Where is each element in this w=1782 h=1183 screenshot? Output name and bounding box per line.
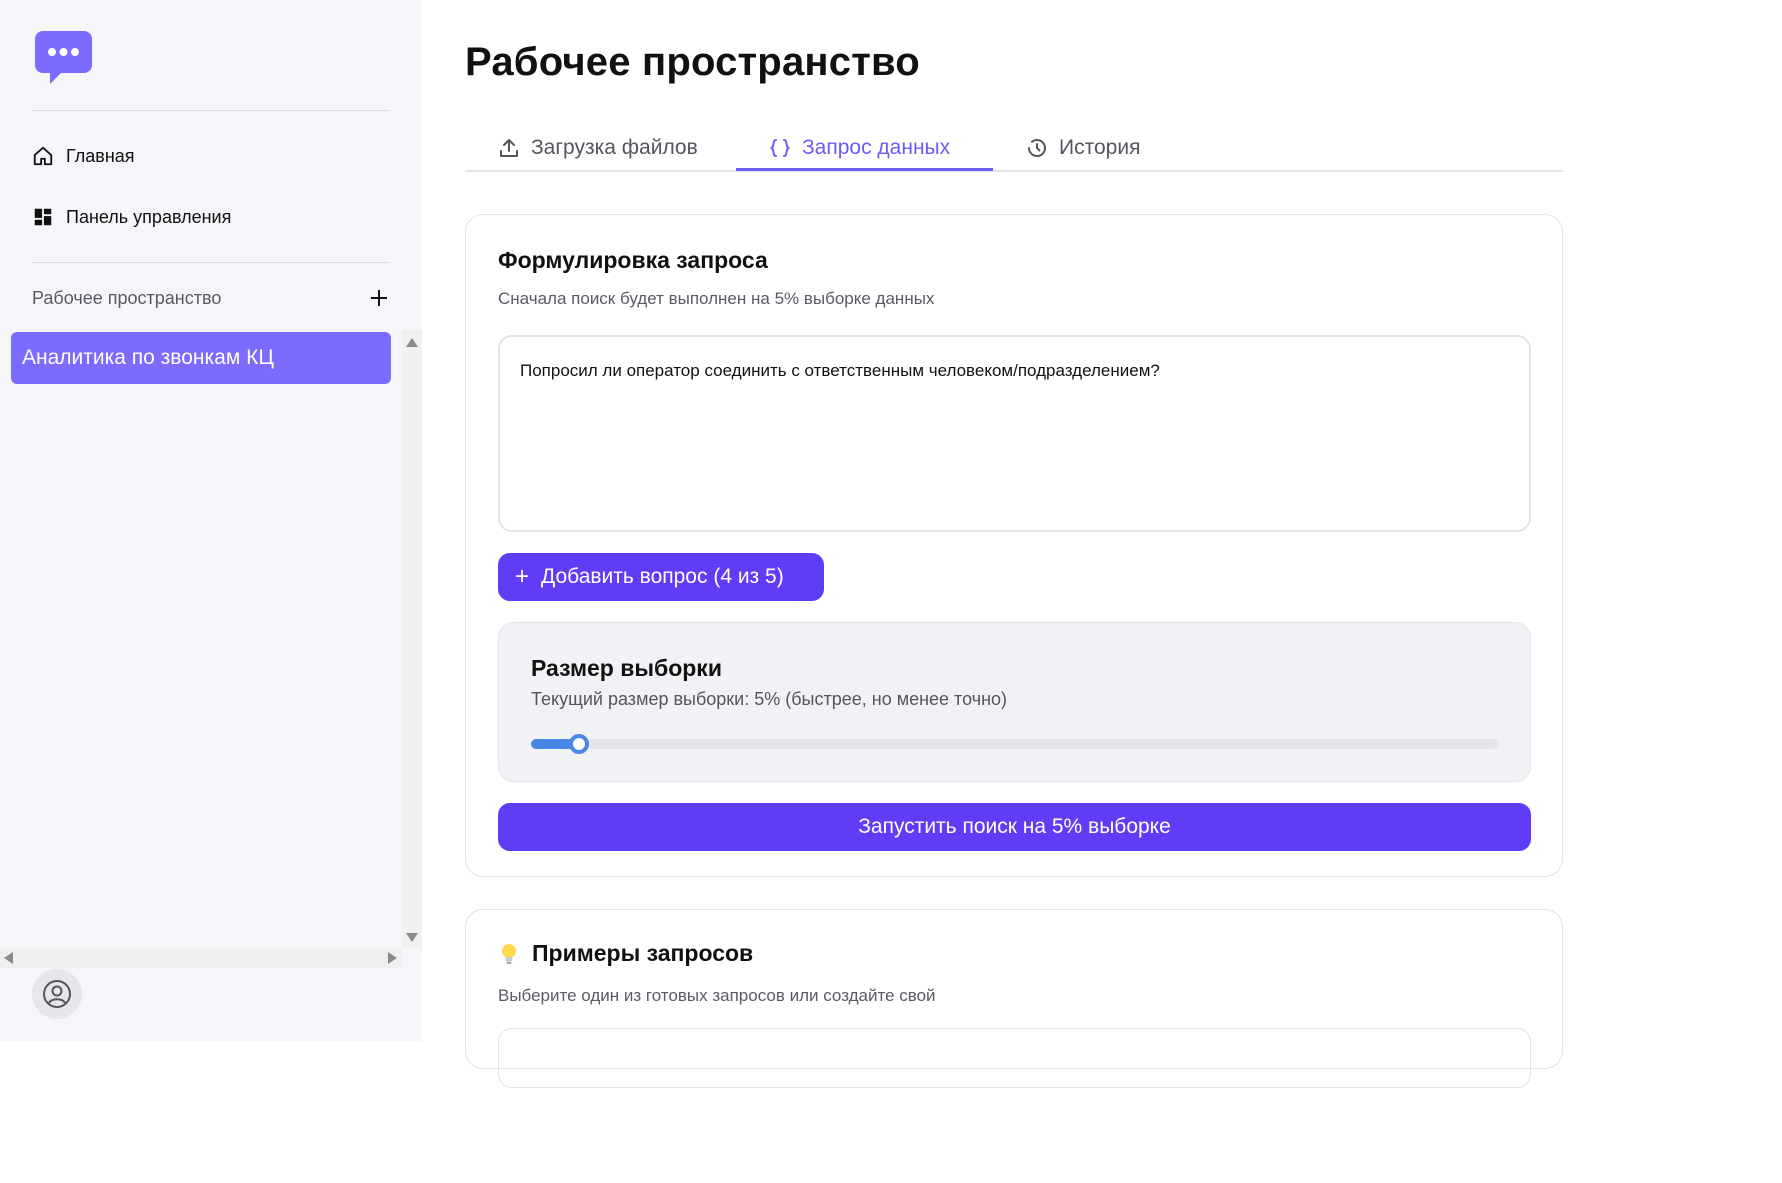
user-circle-icon <box>43 980 71 1008</box>
nav-item-dashboard[interactable]: Панель управления <box>32 202 231 232</box>
workspace-item-active[interactable]: Аналитика по звонкам КЦ <box>11 332 391 384</box>
sample-size-panel: Размер выборки Текущий размер выборки: 5… <box>498 622 1531 782</box>
lightbulb-icon <box>502 943 516 964</box>
tab-history-label: История <box>1059 136 1141 159</box>
nav-item-dashboard-label: Панель управления <box>66 206 232 227</box>
examples-card-title: Примеры запросов <box>532 940 754 966</box>
nav-item-home-label: Главная <box>66 145 135 166</box>
active-tab-indicator <box>736 168 993 171</box>
sidebar-divider <box>32 262 390 263</box>
tab-history[interactable]: История <box>1025 126 1140 170</box>
query-card-subtitle: Сначала поиск будет выполнен на 5% выбор… <box>498 289 935 308</box>
nav-item-home[interactable]: Главная <box>32 141 135 171</box>
workspace-list-horizontal-scrollbar[interactable] <box>0 948 402 968</box>
query-card: Формулировка запроса Сначала поиск будет… <box>465 214 1563 877</box>
workspace-list: Аналитика по звонкам КЦ <box>0 330 402 948</box>
tab-data-query-label: Запрос данных <box>802 136 951 159</box>
scroll-right-arrow-icon[interactable] <box>388 952 397 964</box>
workspace-section-label: Рабочее пространство <box>32 287 222 308</box>
scroll-up-arrow-icon[interactable] <box>406 338 418 347</box>
workspace-list-vertical-scrollbar[interactable] <box>402 330 422 948</box>
scroll-down-arrow-icon[interactable] <box>406 933 418 942</box>
sidebar: Главная Панель управления Рабочее простр… <box>0 0 422 1041</box>
sample-size-title: Размер выборки <box>531 655 722 681</box>
scroll-left-arrow-icon[interactable] <box>4 952 13 964</box>
run-search-button[interactable]: Запустить поиск на 5% выборке <box>498 803 1531 851</box>
plus-icon <box>371 290 387 306</box>
examples-card: Примеры запросов Выберите один из готовы… <box>465 909 1563 1088</box>
sample-size-slider-thumb[interactable] <box>569 734 589 754</box>
braces-icon <box>770 139 790 157</box>
dashboard-icon <box>34 208 52 226</box>
upload-icon <box>500 139 518 157</box>
example-query-item[interactable] <box>498 1028 1531 1088</box>
plus-icon: + <box>515 563 530 590</box>
home-icon <box>33 146 53 166</box>
add-workspace-button[interactable] <box>368 287 390 309</box>
add-question-button[interactable]: + Добавить вопрос (4 из 5) <box>498 553 824 601</box>
chat-bubble-logo-icon[interactable] <box>34 30 94 86</box>
tab-data-query[interactable]: Запрос данных <box>768 126 950 170</box>
user-avatar-button[interactable] <box>32 969 82 1019</box>
sidebar-divider <box>32 110 390 111</box>
query-textarea[interactable]: Попросил ли оператор соединить с ответст… <box>498 335 1531 532</box>
add-question-button-label: Добавить вопрос (4 из 5) <box>541 565 784 588</box>
workspace-section-header: Рабочее пространство <box>32 284 390 312</box>
sample-size-slider[interactable] <box>531 734 1499 754</box>
examples-card-subtitle: Выберите один из готовых запросов или со… <box>498 986 936 1005</box>
examples-title-row: Примеры запросов <box>498 940 753 967</box>
tab-bar: Загрузка файлов Запрос данных История <box>465 118 1563 172</box>
sample-size-description: Текущий размер выборки: 5% (быстрее, но … <box>531 689 1008 709</box>
query-card-title: Формулировка запроса <box>498 247 768 273</box>
tab-file-upload[interactable]: Загрузка файлов <box>497 126 698 170</box>
tab-file-upload-label: Загрузка файлов <box>531 136 698 159</box>
history-icon <box>1027 139 1046 157</box>
page-title: Рабочее пространство <box>465 40 920 84</box>
